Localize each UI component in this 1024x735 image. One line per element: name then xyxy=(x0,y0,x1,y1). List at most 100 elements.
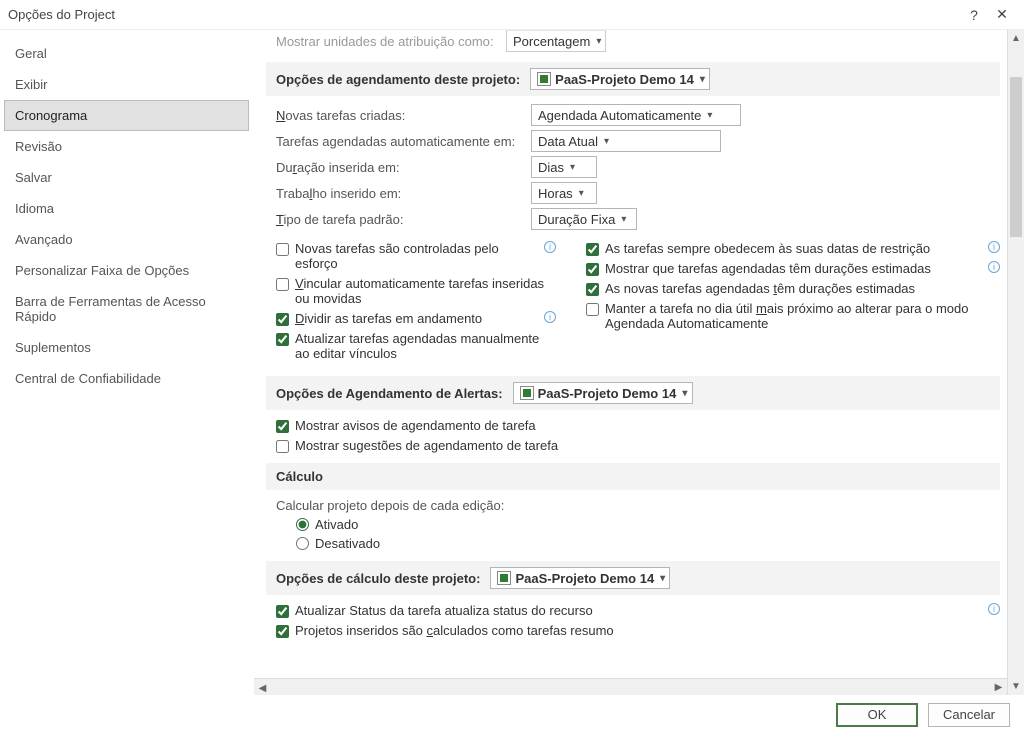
checkbox-label: Vincular automaticamente tarefas inserid… xyxy=(295,276,556,306)
checkbox-vincular-auto[interactable]: Vincular automaticamente tarefas inserid… xyxy=(276,276,556,306)
radio-input[interactable] xyxy=(296,518,309,531)
checkbox-label: Mostrar que tarefas agendadas têm duraçõ… xyxy=(605,261,978,276)
dropdown-value: PaaS-Projeto Demo 14 xyxy=(515,571,654,586)
dropdown-value: Horas xyxy=(538,186,573,201)
checkbox-input[interactable] xyxy=(276,605,289,618)
chevron-down-icon: ▾ xyxy=(570,162,575,173)
checkbox-dividir-tarefas[interactable]: Dividir as tarefas em andamento i xyxy=(276,311,556,326)
scroll-up-arrow-icon[interactable]: ▲ xyxy=(1008,30,1024,47)
dropdown-unidades[interactable]: Porcentagem ▾ xyxy=(506,30,606,52)
sidebar-item-revisao[interactable]: Revisão xyxy=(4,131,249,162)
sidebar-item-geral[interactable]: Geral xyxy=(4,38,249,69)
scroll-down-arrow-icon[interactable]: ▼ xyxy=(1008,678,1024,695)
sidebar-item-barra-ferramentas[interactable]: Barra de Ferramentas de Acesso Rápido xyxy=(4,286,249,332)
window-title: Opções do Project xyxy=(8,7,960,22)
info-icon[interactable]: i xyxy=(988,603,1000,615)
chevron-down-icon: ▾ xyxy=(621,214,626,225)
section-header-calculo-projeto: Opções de cálculo deste projeto: PaaS-Pr… xyxy=(266,561,1000,595)
section-title: Opções de Agendamento de Alertas: xyxy=(276,386,503,401)
radio-label: Ativado xyxy=(315,517,358,532)
dropdown-novas-tarefas[interactable]: Agendada Automaticamente ▾ xyxy=(531,104,741,126)
checkbox-input[interactable] xyxy=(276,278,289,291)
section-header-agendamento-projeto: Opções de agendamento deste projeto: Paa… xyxy=(266,62,1000,96)
title-bar: Opções do Project ? ✕ xyxy=(0,0,1024,30)
label-duracao: Duração inserida em: xyxy=(276,160,521,175)
checkbox-atualizar-status[interactable]: Atualizar Status da tarefa atualiza stat… xyxy=(276,603,1000,618)
project-icon xyxy=(520,386,534,400)
label-trabalho: Trabalho inserido em: xyxy=(276,186,521,201)
project-icon xyxy=(537,72,551,86)
sidebar-item-suplementos[interactable]: Suplementos xyxy=(4,332,249,363)
truncated-label: Mostrar unidades de atribuição como: xyxy=(276,34,496,49)
vertical-scrollbar[interactable]: ▲ ▼ xyxy=(1007,30,1024,695)
checkbox-avisos-agendamento[interactable]: Mostrar avisos de agendamento de tarefa xyxy=(276,418,1000,433)
checkbox-input[interactable] xyxy=(276,440,289,453)
cancel-button[interactable]: Cancelar xyxy=(928,703,1010,727)
checkbox-projetos-inseridos[interactable]: Projetos inseridos são calculados como t… xyxy=(276,623,1000,638)
dropdown-trabalho[interactable]: Horas ▾ xyxy=(531,182,597,204)
checkbox-datas-restricao[interactable]: As tarefas sempre obedecem às suas datas… xyxy=(586,241,1000,256)
dropdown-tarefas-auto[interactable]: Data Atual ▾ xyxy=(531,130,721,152)
checkbox-input[interactable] xyxy=(586,243,599,256)
checkbox-label: As novas tarefas agendadas têm durações … xyxy=(605,281,1000,296)
checkbox-label: Manter a tarefa no dia útil mais próximo… xyxy=(605,301,1000,331)
radio-input[interactable] xyxy=(296,537,309,550)
info-icon[interactable]: i xyxy=(988,241,1000,253)
sidebar-item-exibir[interactable]: Exibir xyxy=(4,69,249,100)
checkbox-input[interactable] xyxy=(276,420,289,433)
dropdown-projeto-agendamento[interactable]: PaaS-Projeto Demo 14 ▾ xyxy=(530,68,710,90)
sidebar-item-confiabilidade[interactable]: Central de Confiabilidade xyxy=(4,363,249,394)
dropdown-projeto-alertas[interactable]: PaaS-Projeto Demo 14 ▾ xyxy=(513,382,693,404)
project-icon xyxy=(497,571,511,585)
info-icon[interactable]: i xyxy=(544,241,556,253)
sidebar-item-cronograma[interactable]: Cronograma xyxy=(4,100,249,131)
dropdown-value: PaaS-Projeto Demo 14 xyxy=(538,386,677,401)
chevron-down-icon: ▾ xyxy=(682,388,687,399)
checkbox-input[interactable] xyxy=(586,303,599,316)
checkbox-input[interactable] xyxy=(276,333,289,346)
chevron-down-icon: ▾ xyxy=(596,36,601,47)
dropdown-value: Porcentagem xyxy=(513,34,590,49)
scrollbar-thumb[interactable] xyxy=(1010,77,1022,237)
chevron-down-icon: ▾ xyxy=(579,188,584,199)
checkbox-input[interactable] xyxy=(586,263,599,276)
options-sidebar: Geral Exibir Cronograma Revisão Salvar I… xyxy=(0,30,254,695)
checkbox-mostrar-estimadas[interactable]: Mostrar que tarefas agendadas têm duraçõ… xyxy=(586,261,1000,276)
dropdown-value: Duração Fixa xyxy=(538,212,615,227)
checkbox-atualizar-manualmente[interactable]: Atualizar tarefas agendadas manualmente … xyxy=(276,331,556,361)
dropdown-duracao[interactable]: Dias ▾ xyxy=(531,156,597,178)
section-header-alertas: Opções de Agendamento de Alertas: PaaS-P… xyxy=(266,376,1000,410)
chevron-down-icon: ▾ xyxy=(707,110,712,121)
radio-label: Desativado xyxy=(315,536,380,551)
scroll-right-arrow-icon[interactable]: ▶ xyxy=(990,679,1007,695)
radio-desativado[interactable]: Desativado xyxy=(296,536,1000,551)
sidebar-item-faixa[interactable]: Personalizar Faixa de Opções xyxy=(4,255,249,286)
checkbox-label: Mostrar sugestões de agendamento de tare… xyxy=(295,438,1000,453)
checkbox-label: Novas tarefas são controladas pelo esfor… xyxy=(295,241,534,271)
info-icon[interactable]: i xyxy=(544,311,556,323)
info-icon[interactable]: i xyxy=(988,261,1000,273)
checkbox-sugestoes-agendamento[interactable]: Mostrar sugestões de agendamento de tare… xyxy=(276,438,1000,453)
checkbox-input[interactable] xyxy=(276,313,289,326)
radio-ativado[interactable]: Ativado xyxy=(296,517,1000,532)
checkbox-controladas-esforco[interactable]: Novas tarefas são controladas pelo esfor… xyxy=(276,241,556,271)
sidebar-item-avancado[interactable]: Avançado xyxy=(4,224,249,255)
checkbox-label: Mostrar avisos de agendamento de tarefa xyxy=(295,418,1000,433)
scroll-left-arrow-icon[interactable]: ◀ xyxy=(254,680,271,695)
sidebar-item-idioma[interactable]: Idioma xyxy=(4,193,249,224)
dropdown-tipo-tarefa[interactable]: Duração Fixa ▾ xyxy=(531,208,637,230)
help-button[interactable]: ? xyxy=(960,7,988,23)
ok-button[interactable]: OK xyxy=(836,703,918,727)
dropdown-value: Agendada Automaticamente xyxy=(538,108,701,123)
sidebar-item-salvar[interactable]: Salvar xyxy=(4,162,249,193)
dropdown-projeto-calculo[interactable]: PaaS-Projeto Demo 14 ▾ xyxy=(490,567,670,589)
checkbox-input[interactable] xyxy=(276,625,289,638)
close-button[interactable]: ✕ xyxy=(988,6,1016,23)
checkbox-input[interactable] xyxy=(586,283,599,296)
horizontal-scrollbar[interactable]: ◀ ▶ xyxy=(254,678,1007,695)
checkbox-manter-dia-util[interactable]: Manter a tarefa no dia útil mais próximo… xyxy=(586,301,1000,331)
checkbox-input[interactable] xyxy=(276,243,289,256)
checkbox-novas-estimadas[interactable]: As novas tarefas agendadas têm durações … xyxy=(586,281,1000,296)
checkbox-label: Projetos inseridos são calculados como t… xyxy=(295,623,1000,638)
dropdown-value: Data Atual xyxy=(538,134,598,149)
